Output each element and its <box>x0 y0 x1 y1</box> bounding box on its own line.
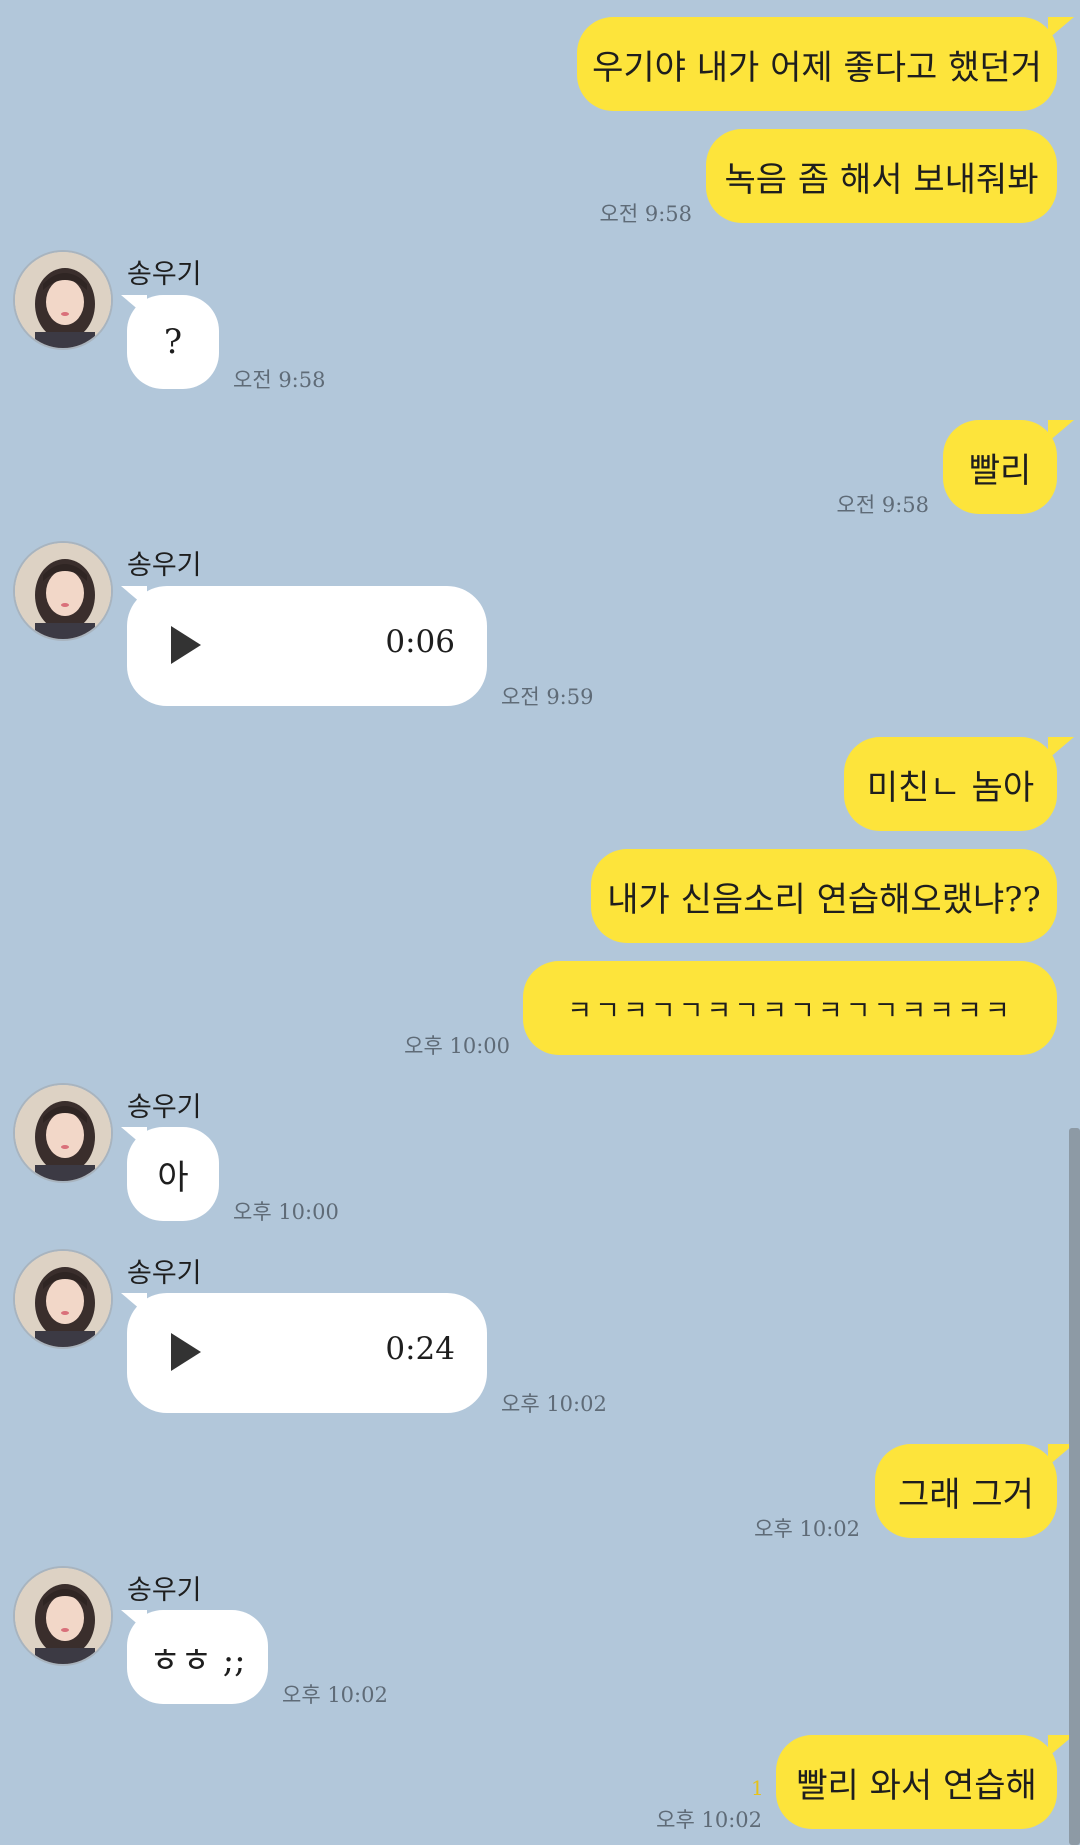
bubble-tail <box>1048 420 1074 442</box>
message-time: 오전 9:58 <box>599 202 692 226</box>
play-icon[interactable] <box>171 626 201 664</box>
avatar-image <box>15 543 111 639</box>
avatar-image <box>15 1085 111 1181</box>
sender-name: 송우기 <box>127 550 202 581</box>
voice-message[interactable]: 0:06 <box>127 586 487 706</box>
message-text: 미친ㄴ 놈아 <box>866 767 1035 808</box>
avatar[interactable] <box>13 1083 113 1183</box>
message-text: 우기야 내가 어제 좋다고 했던거 <box>592 47 1042 88</box>
voice-duration: 0:24 <box>385 1331 455 1367</box>
message-time: 오후 10:00 <box>404 1034 510 1058</box>
my-message-bubble[interactable]: 녹음 좀 해서 보내줘봐 <box>706 129 1057 223</box>
message-time: 오후 10:02 <box>656 1808 762 1832</box>
message-time: 오전 9:58 <box>233 368 326 392</box>
bubble-tail <box>1048 17 1074 39</box>
voice-message[interactable]: 0:24 <box>127 1293 487 1413</box>
my-message-bubble[interactable]: ㅋㄱㅋㄱㄱㅋㄱㅋㄱㅋㄱㄱㅋㅋㅋㅋ <box>523 961 1057 1055</box>
message-time: 오후 10:02 <box>282 1683 388 1707</box>
bubble-tail <box>1048 737 1074 759</box>
message-text: ㅎㅎ ;; <box>149 1640 246 1681</box>
scrollbar[interactable] <box>1069 1128 1080 1845</box>
their-message-bubble[interactable]: ㅎㅎ ;; <box>127 1610 268 1704</box>
unread-count: 1 <box>751 1776 764 1800</box>
message-text: 내가 신음소리 연습해오랬냐?? <box>607 879 1041 920</box>
my-message-bubble[interactable]: 우기야 내가 어제 좋다고 했던거 <box>577 17 1057 111</box>
avatar[interactable] <box>13 541 113 641</box>
message-text: 빨리 <box>968 450 1032 491</box>
message-text: ? <box>163 322 183 362</box>
their-message-bubble[interactable]: 아 <box>127 1127 219 1221</box>
avatar[interactable] <box>13 1249 113 1349</box>
my-message-bubble[interactable]: 내가 신음소리 연습해오랬냐?? <box>591 849 1057 943</box>
message-text: ㅋㄱㅋㄱㄱㅋㄱㅋㄱㅋㄱㄱㅋㅋㅋㅋ <box>567 995 1013 1027</box>
my-message-bubble[interactable]: 미친ㄴ 놈아 <box>844 737 1057 831</box>
message-time: 오후 10:02 <box>754 1517 860 1541</box>
message-text: 그래 그거 <box>898 1474 1034 1515</box>
sender-name: 송우기 <box>127 1575 202 1606</box>
message-text: 아 <box>157 1157 189 1198</box>
play-icon[interactable] <box>171 1333 201 1371</box>
voice-duration: 0:06 <box>385 624 455 660</box>
my-message-bubble[interactable]: 빨리 <box>943 420 1057 514</box>
message-text: 빨리 와서 연습해 <box>796 1765 1037 1806</box>
message-time: 오전 9:59 <box>501 685 594 709</box>
message-text: 녹음 좀 해서 보내줘봐 <box>724 159 1039 200</box>
my-message-bubble[interactable]: 빨리 와서 연습해 <box>776 1735 1057 1829</box>
message-time: 오후 10:00 <box>233 1200 339 1224</box>
my-message-bubble[interactable]: 그래 그거 <box>875 1444 1057 1538</box>
avatar[interactable] <box>13 1566 113 1666</box>
message-time: 오전 9:58 <box>836 493 929 517</box>
avatar[interactable] <box>13 250 113 350</box>
sender-name: 송우기 <box>127 1258 202 1289</box>
avatar-image <box>15 1251 111 1347</box>
message-time: 오후 10:02 <box>501 1392 607 1416</box>
sender-name: 송우기 <box>127 1092 202 1123</box>
avatar-image <box>15 252 111 348</box>
their-message-bubble[interactable]: ? <box>127 295 219 389</box>
avatar-image <box>15 1568 111 1664</box>
sender-name: 송우기 <box>127 259 202 290</box>
